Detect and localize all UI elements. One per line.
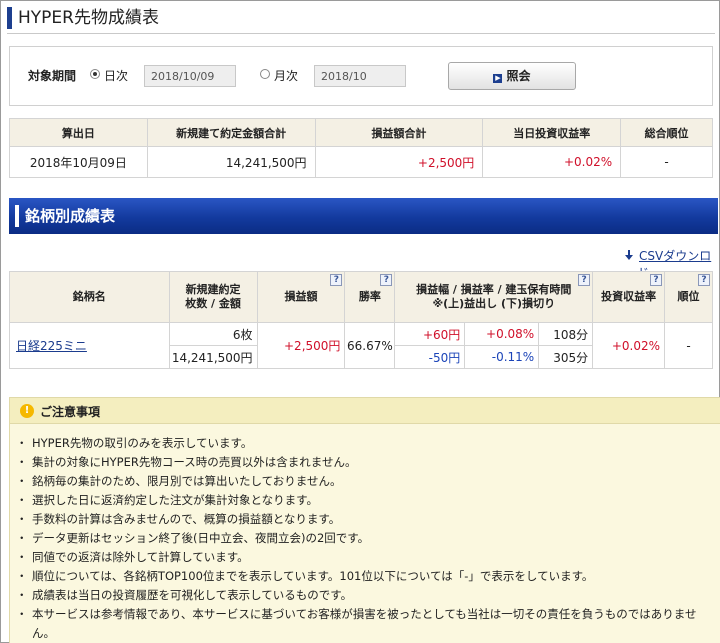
notice-item: 成績表は当日の投資履歴を可視化して表示しているものです。 [16, 586, 716, 605]
monthly-radio[interactable] [260, 69, 270, 79]
daily-date-input[interactable]: 2018/10/09 [144, 65, 236, 87]
header-rank-label: 順位 [677, 290, 700, 303]
header-pl-total: 損益額合計 [314, 118, 484, 147]
symbol-name-cell: 日経225ミニ [9, 322, 170, 369]
gain-rate: +0.08% [464, 322, 540, 346]
header-rank: 順位 ? [664, 271, 713, 323]
detail-row: 日経225ミニ 6枚 +2,500円 66.67% +60円 +0.08% 10… [9, 322, 713, 369]
page-title-bar: HYPER先物成績表 [1, 1, 719, 35]
section-title: 銘柄別成績表 [25, 207, 116, 225]
symbol-results-table: 銘柄名 新規建約定 枚数 / 金額 損益額 ? 勝率 ? 損益幅 / 損益率 /… [9, 271, 713, 369]
help-icon-roi[interactable]: ? [650, 274, 663, 286]
new-contract-total: 14,241,500円 [146, 146, 316, 178]
winrate-value: 66.67% [344, 322, 396, 369]
roi-value: +0.02% [592, 322, 666, 369]
header-range-line1: 損益幅 / 損益率 / 建玉保有時間 [416, 283, 572, 296]
notice-item: 順位については、各銘柄TOP100位までを表示しています。101位以下については… [16, 567, 716, 586]
rank-value: - [664, 322, 713, 369]
notice-item: 集計の対象にHYPER先物コース時の売買以外は含まれません。 [16, 453, 716, 472]
header-new-contract-total: 新規建て約定金額合計 [146, 118, 316, 147]
header-roi: 投資収益率 ? [592, 271, 666, 323]
header-calc-date: 算出日 [9, 118, 148, 147]
loss-time: 305分 [538, 345, 594, 369]
header-range: 損益幅 / 損益率 / 建玉保有時間 ※(上)益出し (下)損切り ? [394, 271, 594, 323]
pl-total: +2,500円 [314, 146, 484, 178]
header-symbol-name: 銘柄名 [9, 271, 170, 323]
monthly-radio-label[interactable]: 月次 [274, 67, 298, 84]
help-icon-range[interactable]: ? [578, 274, 591, 286]
loss-width: -50円 [394, 345, 466, 369]
header-pl: 損益額 ? [256, 271, 346, 323]
notice-item: 同値での返済は除外して計算しています。 [16, 548, 716, 567]
header-overall-rank: 総合順位 [620, 118, 713, 147]
monthly-date-input[interactable]: 2018/10 [314, 65, 406, 87]
download-icon [625, 250, 633, 261]
notice-title: ご注意事項 [40, 405, 101, 419]
daily-roi: +0.02% [482, 146, 622, 178]
help-icon-pl[interactable]: ? [330, 274, 343, 286]
header-roi-label: 投資収益率 [601, 290, 657, 303]
period-search-panel: 対象期間 日次 2018/10/09 月次 2018/10 ▶ 照会 [9, 46, 713, 106]
notice-item: 選択した日に返済約定した注文が集計対象となります。 [16, 491, 716, 510]
section-accent-bar [15, 205, 19, 227]
page-title: HYPER先物成績表 [18, 8, 159, 28]
header-range-line2: ※(上)益出し (下)損切り [432, 297, 556, 310]
calc-date: 2018年10月09日 [9, 146, 148, 178]
pl-value: +2,500円 [256, 322, 346, 369]
header-new-contract-line2: 枚数 / 金額 [185, 297, 241, 310]
gain-time: 108分 [538, 322, 594, 346]
overall-rank: - [620, 146, 713, 178]
notice-header: ! ご注意事項 [10, 398, 720, 424]
detail-header-row: 銘柄名 新規建約定 枚数 / 金額 損益額 ? 勝率 ? 損益幅 / 損益率 /… [9, 271, 713, 323]
notice-item: HYPER先物の取引のみを表示しています。 [16, 434, 716, 453]
daily-radio[interactable] [90, 69, 100, 79]
lookup-button[interactable]: ▶ 照会 [448, 62, 576, 90]
title-accent-bar [7, 7, 12, 29]
summary-header-row: 算出日 新規建て約定金額合計 損益額合計 当日投資収益率 総合順位 [9, 118, 713, 147]
header-winrate: 勝率 ? [344, 271, 396, 323]
notice-item: 本サービスは参考情報であり、本サービスに基づいてお客様が損害を被ったとしても当社… [16, 605, 716, 643]
help-icon-winrate[interactable]: ? [380, 274, 393, 286]
notice-panel: ! ご注意事項 HYPER先物の取引のみを表示しています。 集計の対象にHYPE… [9, 397, 720, 643]
help-icon-rank[interactable]: ? [698, 274, 710, 286]
header-daily-roi: 当日投資収益率 [482, 118, 622, 147]
header-pl-label: 損益額 [284, 290, 318, 303]
warning-icon: ! [20, 404, 34, 418]
title-divider [7, 33, 715, 34]
period-label: 対象期間 [28, 69, 77, 83]
symbol-link[interactable]: 日経225ミニ [16, 339, 87, 353]
contract-amount: 14,241,500円 [168, 345, 258, 369]
lookup-button-label: 照会 [506, 69, 531, 83]
summary-table: 算出日 新規建て約定金額合計 損益額合計 当日投資収益率 総合順位 2018年1… [9, 118, 713, 178]
loss-rate: -0.11% [464, 345, 540, 369]
notice-item: 手数料の計算は含みませんので、概算の損益額となります。 [16, 510, 716, 529]
header-new-contract: 新規建約定 枚数 / 金額 [168, 271, 258, 323]
notice-item: 銘柄毎の集計のため、限月別では算出いたしておりません。 [16, 472, 716, 491]
contract-lots: 6枚 [168, 322, 258, 346]
header-new-contract-line1: 新規建約定 [185, 283, 241, 296]
notice-list: HYPER先物の取引のみを表示しています。 集計の対象にHYPER先物コース時の… [16, 434, 716, 643]
gain-width: +60円 [394, 322, 466, 346]
header-winrate-label: 勝率 [358, 290, 381, 303]
summary-row: 2018年10月09日 14,241,500円 +2,500円 +0.02% - [9, 146, 713, 178]
play-icon: ▶ [493, 74, 503, 83]
section-header: 銘柄別成績表 [9, 198, 718, 234]
daily-radio-label[interactable]: 日次 [104, 67, 128, 84]
notice-item: データ更新はセッション終了後(日中立会、夜間立会)の2回です。 [16, 529, 716, 548]
